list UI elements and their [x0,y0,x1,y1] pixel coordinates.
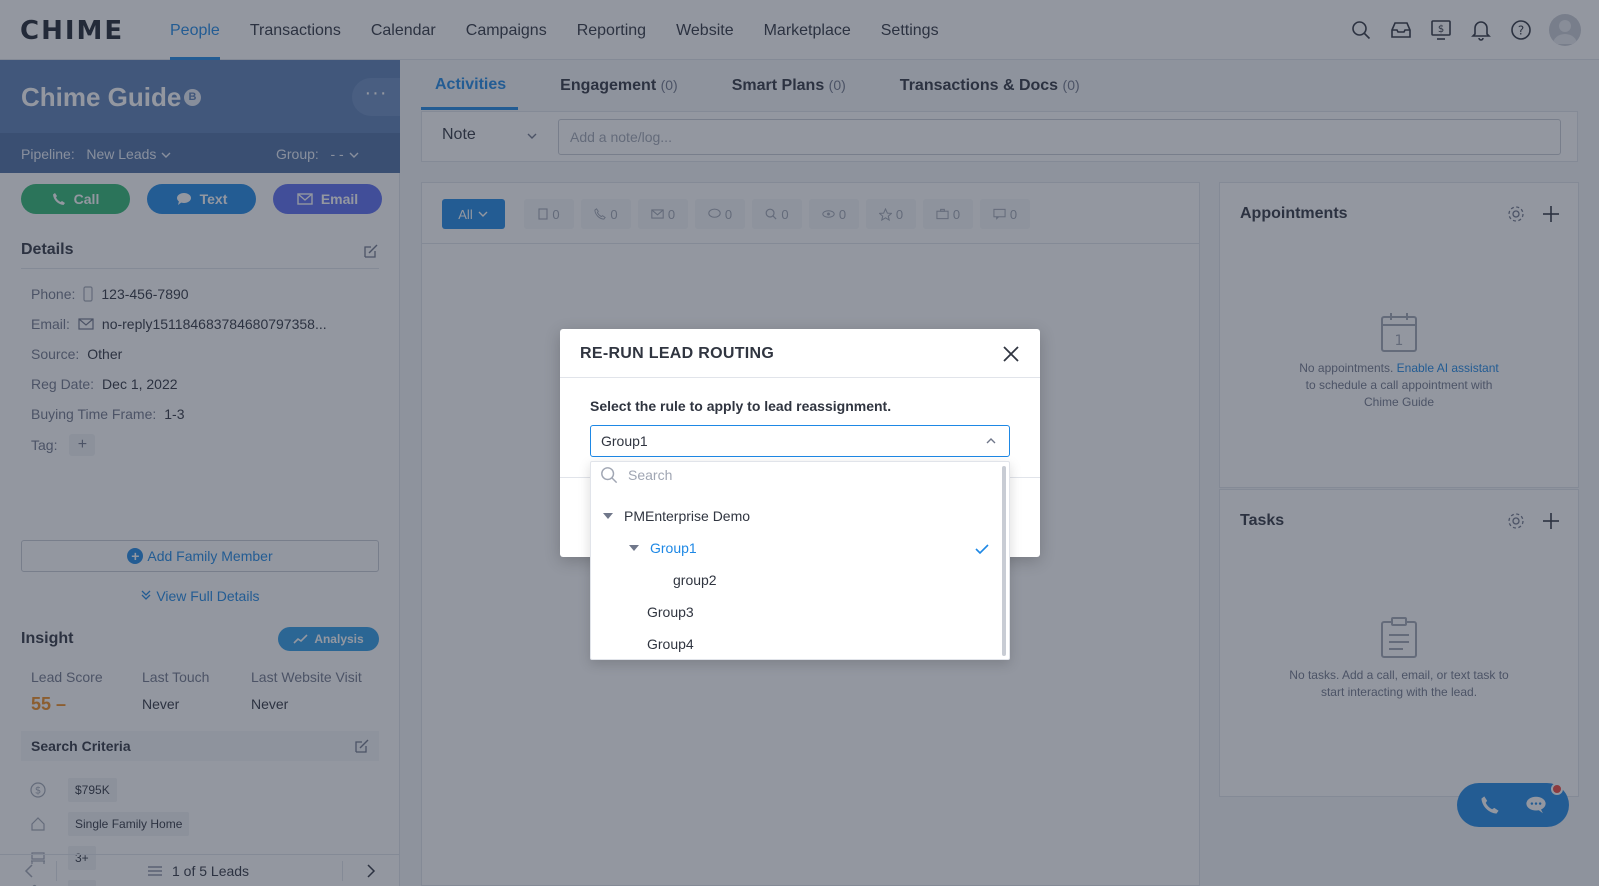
tree-item-label: group2 [673,572,717,588]
tree-item-label: PMEnterprise Demo [624,508,751,524]
tree-item-root[interactable]: PMEnterprise Demo [603,508,750,524]
modal-title: RE-RUN LEAD ROUTING [580,345,775,362]
divider [560,377,1040,378]
caret-down-icon[interactable] [629,545,639,551]
tree-item-group2[interactable]: group2 [673,572,717,588]
modal-instruction: Select the rule to apply to lead reassig… [590,398,892,414]
rule-select-value: Group1 [601,433,648,449]
tree-item-label: Group1 [650,540,697,556]
tree-item-label: Group3 [647,604,694,620]
tree-item-group4[interactable]: Group4 [647,636,694,652]
caret-down-icon[interactable] [603,513,613,519]
tree-item-label: Group4 [647,636,694,652]
check-icon [975,544,989,555]
tree-item-group1[interactable]: Group1 [629,540,697,556]
tree-item-group3[interactable]: Group3 [647,604,694,620]
dropdown-scrollbar[interactable] [1002,466,1006,656]
rule-dropdown: Search PMEnterprise Demo Group1 group2 G… [590,461,1010,660]
search-icon [601,467,618,484]
dropdown-search-placeholder: Search [628,467,673,483]
close-icon[interactable] [1000,343,1022,365]
rule-select[interactable]: Group1 [590,425,1010,457]
dropdown-search[interactable]: Search [591,462,1001,490]
chevron-up-icon [986,438,996,444]
